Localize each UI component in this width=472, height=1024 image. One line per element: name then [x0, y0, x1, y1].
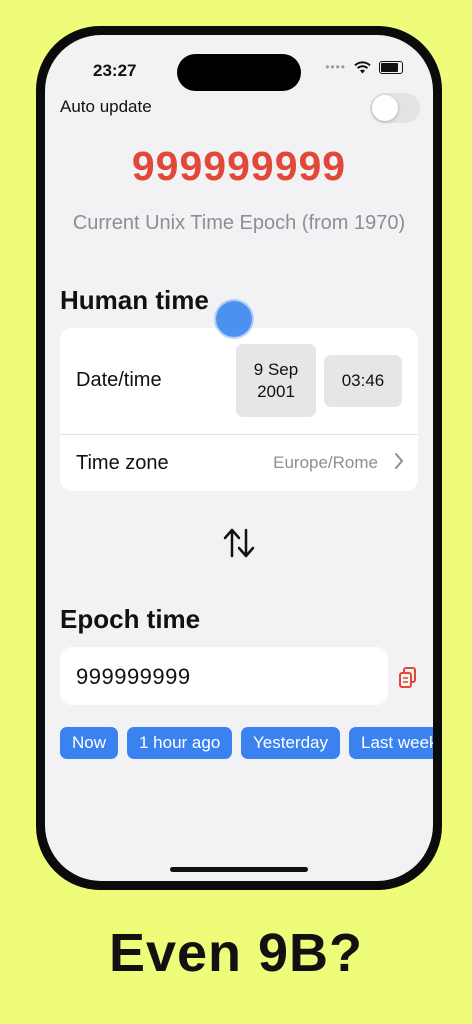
battery-icon: [379, 60, 403, 74]
wifi-icon: [354, 60, 371, 73]
human-time-card: Date/time 9 Sep 2001 03:46 Time zone Eur…: [60, 328, 418, 491]
swap-arrows-icon[interactable]: [222, 527, 256, 559]
dynamic-island: [177, 54, 301, 91]
phone-frame: 23:27 •••• Auto update 999999999 Current…: [36, 26, 442, 890]
copy-icon[interactable]: [398, 666, 418, 690]
toggle-knob: [372, 95, 398, 121]
auto-update-toggle[interactable]: [370, 93, 420, 123]
home-indicator: [170, 867, 308, 872]
epoch-time-title: Epoch time: [60, 604, 201, 634]
signal-icon: ••••: [325, 60, 346, 74]
touch-indicator: [216, 301, 252, 337]
date-picker-button[interactable]: 9 Sep 2001: [236, 344, 316, 417]
date-year: 2001: [257, 381, 295, 401]
last-week-button[interactable]: Last week: [349, 727, 433, 759]
status-time: 23:27: [93, 61, 137, 80]
auto-update-label: Auto update: [60, 97, 152, 116]
human-time-title: Human time: [60, 285, 209, 315]
app-screen: 23:27 •••• Auto update 999999999 Current…: [45, 35, 433, 881]
current-epoch-value: 999999999: [131, 143, 347, 189]
promo-caption: Even 9B?: [108, 923, 364, 983]
epoch-input[interactable]: 999999999: [60, 647, 388, 705]
time-picker-value: 03:46: [341, 371, 385, 391]
date-time-label: Date/time: [76, 369, 162, 391]
time-picker-button[interactable]: 03:46: [324, 355, 402, 407]
status-icons: ••••: [325, 57, 403, 77]
one-hour-ago-button[interactable]: 1 hour ago: [127, 727, 233, 759]
date-day-month: 9 Sep: [253, 360, 299, 380]
timezone-value: Europe/Rome: [273, 453, 378, 472]
chevron-right-icon: [395, 453, 403, 469]
yesterday-button[interactable]: Yesterday: [241, 727, 340, 759]
timezone-label: Time zone: [76, 452, 169, 474]
now-button[interactable]: Now: [60, 727, 119, 759]
current-epoch-caption: Current Unix Time Epoch (from 1970): [72, 212, 406, 234]
date-picker-value: 9 Sep 2001: [254, 359, 298, 402]
epoch-input-value: 999999999: [76, 664, 191, 689]
